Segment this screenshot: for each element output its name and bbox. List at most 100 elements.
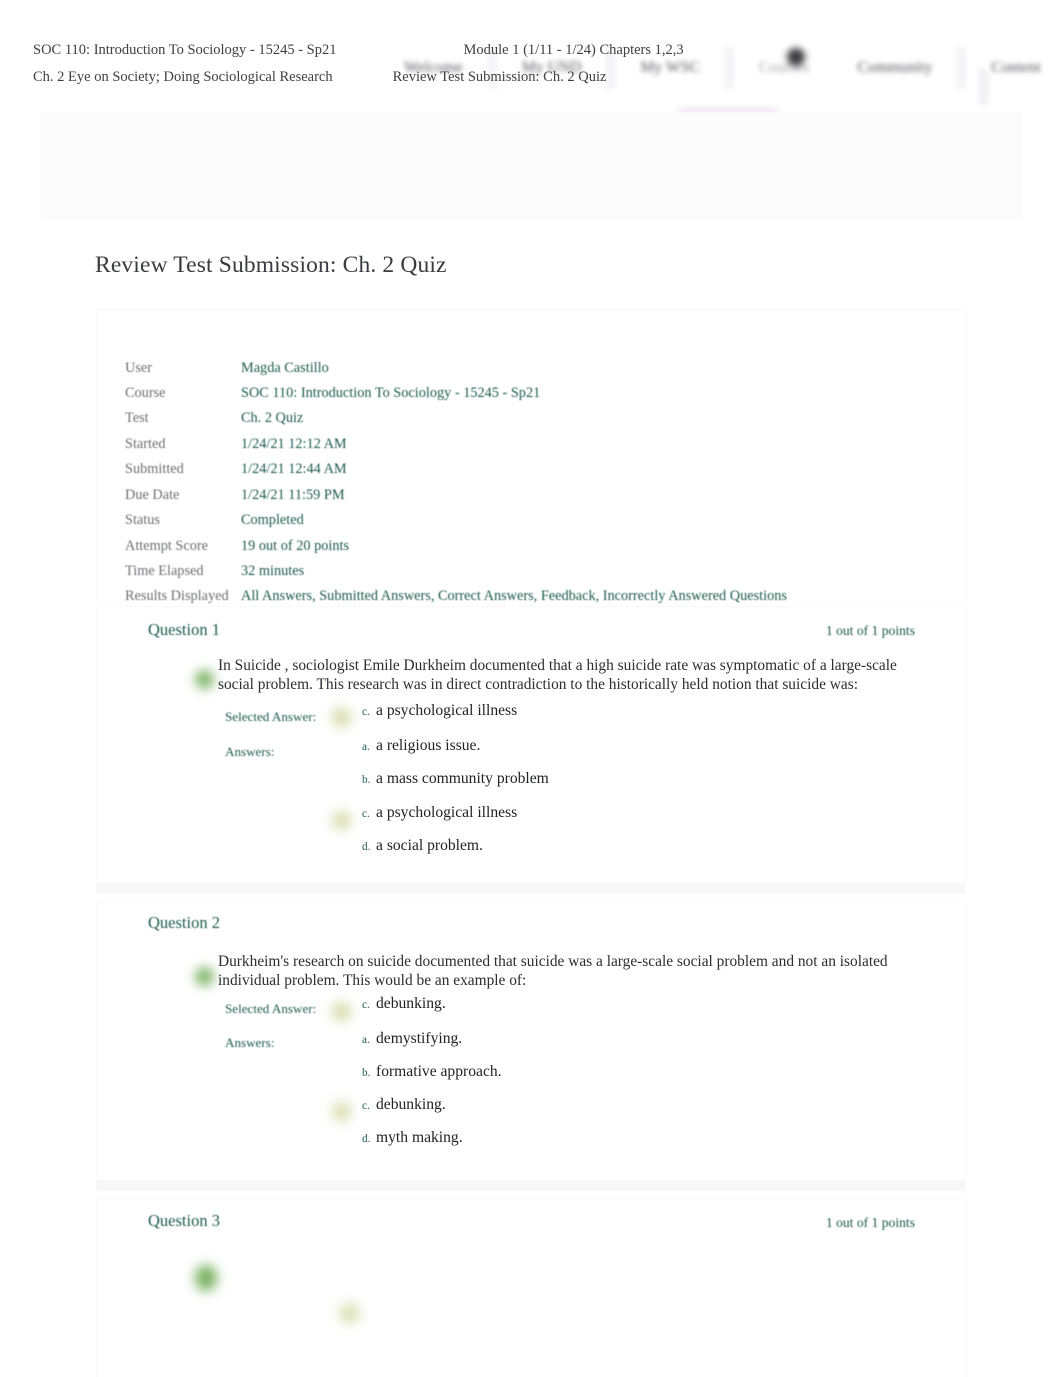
info-value-submitted: 1/24/21 12:44 AM (241, 461, 347, 478)
info-label-due-date: Due Date (125, 486, 180, 503)
page-title: Review Test Submission: Ch. 2 Quiz (95, 252, 447, 278)
table-row: Started 1/24/21 12:12 AM (125, 431, 787, 456)
table-row: Attempt Score 19 out of 20 points (125, 533, 787, 558)
question-2-option-d: d. myth making. (362, 1129, 463, 1147)
question-card-3: Question 3 1 out of 1 points (97, 1200, 965, 1377)
question-card-1: Question 1 1 out of 1 points In Suicide … (97, 607, 965, 893)
correct-check-icon (195, 967, 214, 986)
notification-badge-icon[interactable] (787, 48, 805, 66)
question-1-option-d: d. a social problem. (362, 837, 483, 855)
option-text: a religious issue. (376, 737, 481, 754)
question-2-selected-answer: c. debunking. (362, 995, 446, 1013)
info-label-course: Course (125, 384, 166, 401)
option-text: debunking. (376, 1096, 446, 1113)
table-row: Results Displayed All Answers, Submitted… (125, 584, 787, 609)
question-2-text: Durkheim's research on suicide documente… (218, 953, 888, 989)
question-2-option-a: a. demystifying. (362, 1030, 462, 1048)
question-2-heading: Question 2 (148, 913, 220, 932)
nav-tab-community[interactable]: Community (833, 53, 956, 83)
option-text: a psychological illness (376, 702, 518, 719)
option-text: demystifying. (376, 1030, 463, 1047)
question-1-option-c: c. a psychological illness (362, 804, 517, 822)
info-label-time-elapsed: Time Elapsed (125, 563, 204, 579)
question-card-2: Question 2 Durkheim's research on suicid… (97, 903, 965, 1190)
breadcrumb-current-page: Review Test Submission: Ch. 2 Quiz (392, 69, 607, 85)
selected-answer-marker-icon (332, 708, 351, 727)
option-letter: b. (362, 1067, 371, 1079)
option-letter: c. (362, 1100, 370, 1112)
table-row: Course SOC 110: Introduction To Sociolog… (125, 380, 787, 405)
question-1-selected-answer: c. a psychological illness (362, 702, 517, 720)
info-label-user: User (125, 359, 152, 376)
correct-check-icon (195, 670, 214, 689)
info-label-started: Started (125, 435, 166, 452)
question-2-option-b: b. formative approach. (362, 1063, 502, 1081)
breadcrumb-chapter-link[interactable]: Ch. 2 Eye on Society; Doing Sociological… (33, 69, 333, 86)
selected-answer-marker-icon (340, 1304, 359, 1323)
info-value-course: SOC 110: Introduction To Sociology - 152… (241, 384, 541, 401)
page-root: Welcome My UND My WSC Courses Community … (0, 0, 1062, 1377)
test-information-card: User Magda Castillo Course SOC 110: Intr… (97, 310, 965, 607)
option-letter: c. (362, 999, 370, 1011)
selected-answer-marker-icon (332, 1002, 351, 1021)
info-label-status: Status (125, 512, 160, 529)
breadcrumb-course-link[interactable]: SOC 110: Introduction To Sociology - 152… (33, 42, 337, 59)
nav-divider (724, 46, 734, 90)
correct-check-icon (195, 1265, 217, 1291)
question-1-option-a: a. a religious issue. (362, 737, 480, 755)
question-2-option-c: c. debunking. (362, 1096, 446, 1114)
table-row: Submitted 1/24/21 12:44 AM (125, 457, 787, 482)
table-row: Test Ch. 2 Quiz (125, 406, 787, 431)
breadcrumb-module-link[interactable]: Module 1 (1/11 - 1/24) Chapters 1,2,3 (464, 42, 684, 59)
question-1-selected-answer-label: Selected Answer: (225, 709, 317, 724)
info-value-time-elapsed: 32 minutes (241, 563, 305, 579)
question-1-text: In Suicide , sociologist Emile Durkheim … (218, 657, 897, 693)
option-text: a psychological illness (376, 804, 518, 821)
option-letter: a. (362, 1034, 370, 1046)
question-2-selected-answer-label: Selected Answer: (225, 1001, 317, 1016)
table-row: Time Elapsed 32 minutes (125, 559, 787, 584)
option-letter: c. (362, 808, 370, 820)
info-value-results-displayed: All Answers, Submitted Answers, Correct … (241, 588, 787, 605)
info-value-attempt-score: 19 out of 20 points (241, 537, 350, 554)
option-text: formative approach. (376, 1063, 502, 1080)
correct-option-marker-icon (332, 811, 351, 830)
table-row: Due Date 1/24/21 11:59 PM (125, 482, 787, 507)
correct-option-marker-icon (332, 1102, 351, 1121)
nav-divider (957, 46, 967, 90)
nav-tab-courses[interactable]: Courses (735, 53, 834, 83)
info-value-due-date: 1/24/21 11:59 PM (241, 486, 345, 503)
info-value-user: Magda Castillo (241, 359, 329, 376)
option-text: debunking. (376, 995, 446, 1012)
info-label-results-displayed: Results Displayed (125, 588, 229, 605)
card-separator (97, 1180, 965, 1190)
breadcrumb-row-2: Ch. 2 Eye on Society; Doing Sociological… (33, 69, 606, 86)
breadcrumb-band (40, 112, 1022, 218)
table-row: Status Completed (125, 508, 787, 533)
option-letter: a. (362, 741, 370, 753)
option-letter: d. (362, 1133, 371, 1145)
question-1-option-b: b. a mass community problem (362, 770, 549, 788)
info-label-test: Test (125, 410, 149, 427)
question-3-heading: Question 3 (148, 1211, 220, 1230)
option-letter: c. (362, 706, 370, 718)
nav-overflow-icon[interactable] (978, 68, 989, 106)
option-letter: b. (362, 774, 371, 786)
card-separator (97, 883, 965, 893)
breadcrumb-row-1: SOC 110: Introduction To Sociology - 152… (33, 42, 684, 59)
question-1-answers-label: Answers: (225, 744, 275, 759)
option-text: myth making. (376, 1129, 463, 1146)
option-text: a social problem. (376, 837, 483, 854)
info-label-submitted: Submitted (125, 461, 184, 478)
option-text: a mass community problem (376, 770, 549, 787)
question-1-points: 1 out of 1 points (825, 623, 915, 638)
question-1-heading: Question 1 (148, 620, 220, 639)
question-2-answers-label: Answers: (225, 1035, 275, 1050)
info-value-started: 1/24/21 12:12 AM (241, 435, 347, 452)
info-value-test: Ch. 2 Quiz (241, 410, 304, 427)
info-label-attempt-score: Attempt Score (125, 537, 208, 554)
info-value-status: Completed (241, 512, 304, 529)
option-letter: d. (362, 841, 371, 853)
test-information-table: User Magda Castillo Course SOC 110: Intr… (125, 355, 787, 609)
table-row: User Magda Castillo (125, 355, 787, 380)
